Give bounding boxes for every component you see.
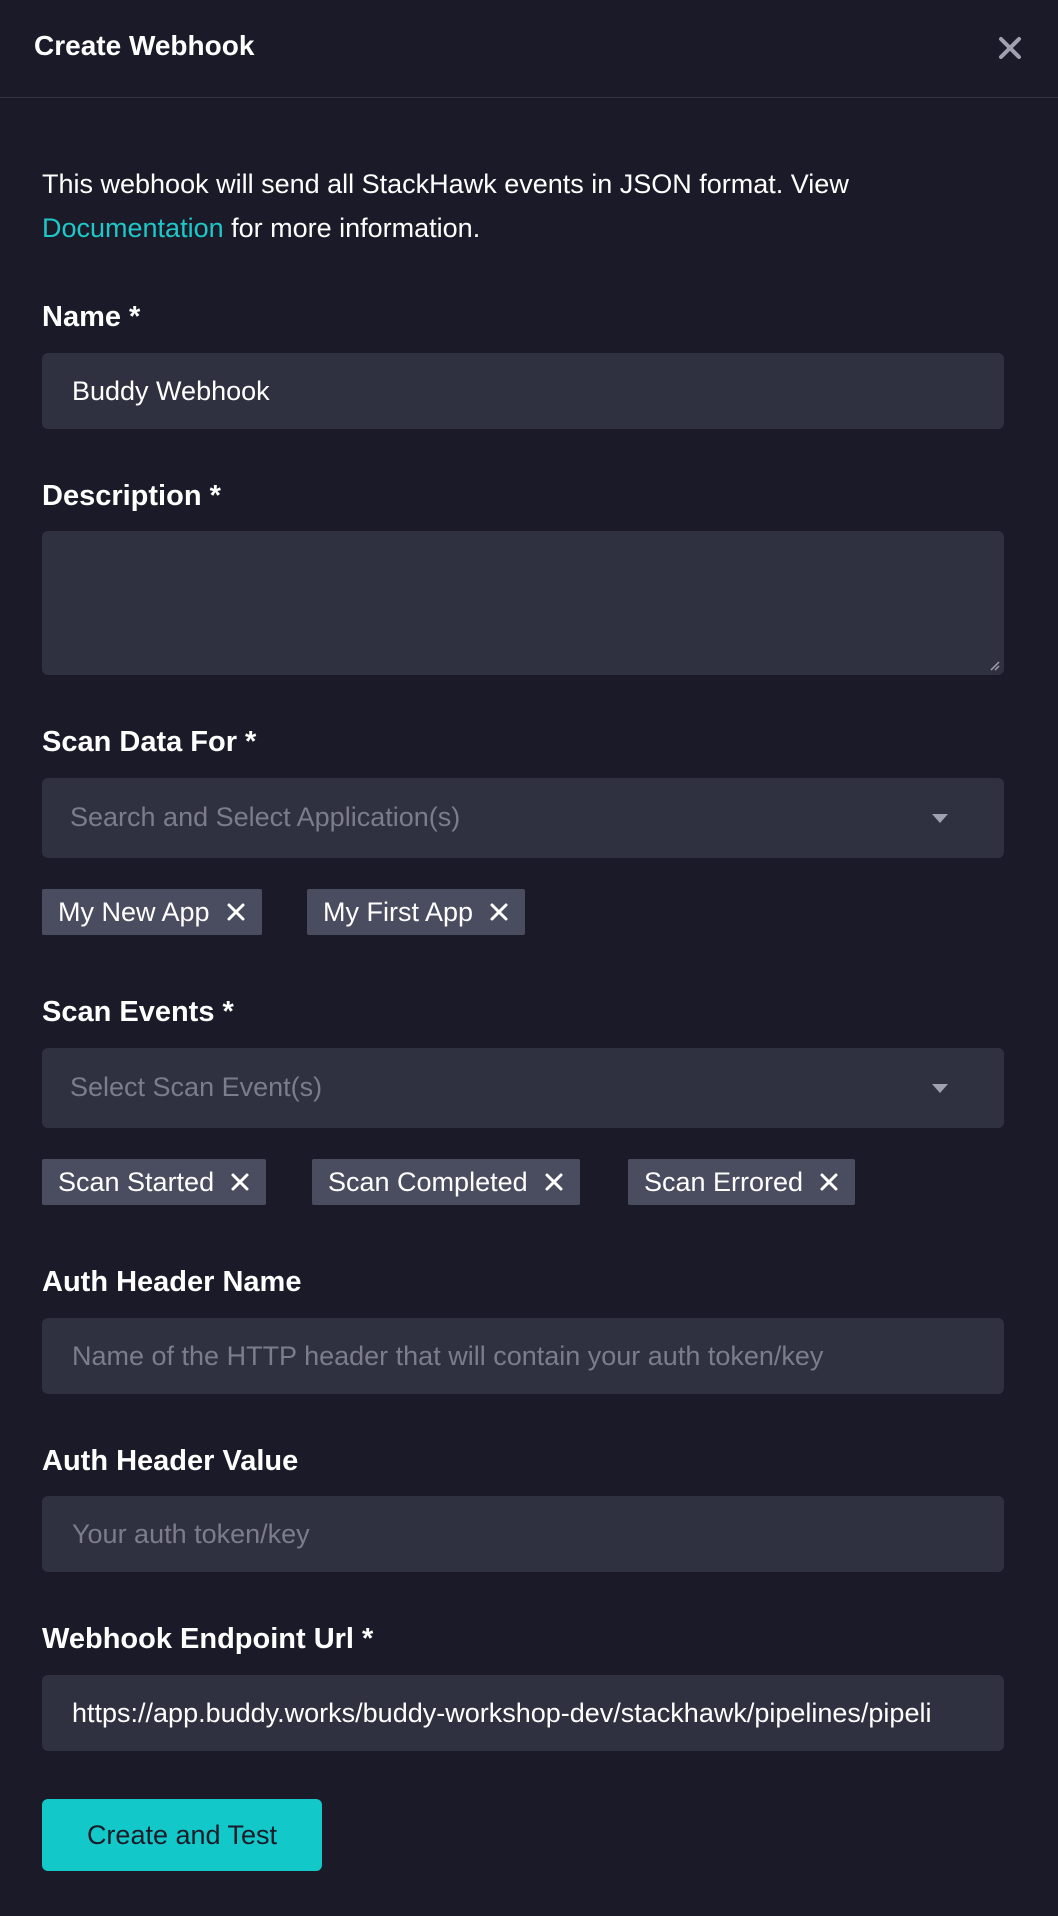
event-chip-label: Scan Completed [328, 1166, 528, 1197]
remove-chip-icon[interactable] [230, 1172, 250, 1192]
description-label: Description * [42, 480, 221, 512]
scan-data-for-placeholder: Search and Select Application(s) [70, 802, 461, 832]
endpoint-url-input[interactable] [42, 1675, 1004, 1751]
resize-handle-icon[interactable] [988, 659, 1000, 671]
scan-data-for-select[interactable]: Search and Select Application(s) [42, 778, 1004, 858]
intro-text: This webhook will send all StackHawk eve… [42, 162, 1004, 250]
modal-title: Create Webhook [34, 30, 255, 61]
scan-data-for-label: Scan Data For * [42, 726, 257, 758]
app-chip-label: My New App [58, 896, 210, 927]
modal-header: Create Webhook [0, 0, 1058, 98]
documentation-link[interactable]: Documentation [42, 213, 224, 243]
chevron-down-icon [932, 814, 948, 823]
name-input[interactable] [42, 353, 1004, 429]
remove-chip-icon[interactable] [544, 1172, 564, 1192]
intro-text-after: for more information. [223, 213, 481, 243]
event-chip: Scan Completed [312, 1159, 580, 1205]
scan-events-select[interactable]: Select Scan Event(s) [42, 1048, 1004, 1128]
event-chip-label: Scan Started [58, 1166, 215, 1197]
description-textarea[interactable] [42, 531, 1004, 675]
create-webhook-modal: Create Webhook This webhook will send al… [0, 0, 1058, 1916]
remove-chip-icon[interactable] [489, 902, 509, 922]
auth-header-value-input[interactable] [42, 1496, 1004, 1572]
close-button[interactable] [992, 30, 1028, 66]
event-chip: Scan Errored [628, 1159, 856, 1205]
scan-events-placeholder: Select Scan Event(s) [70, 1072, 323, 1102]
auth-header-value-label: Auth Header Value [42, 1445, 299, 1477]
remove-chip-icon[interactable] [226, 902, 246, 922]
intro-text-before: This webhook will send all StackHawk eve… [42, 169, 849, 199]
event-chip: Scan Started [42, 1159, 267, 1205]
chevron-down-icon [932, 1084, 948, 1093]
endpoint-url-label: Webhook Endpoint Url * [42, 1623, 374, 1655]
name-label: Name * [42, 301, 141, 333]
app-chip-label: My First App [323, 896, 474, 927]
auth-header-name-input[interactable] [42, 1318, 1004, 1394]
create-and-test-button[interactable]: Create and Test [42, 1799, 322, 1871]
close-icon [999, 37, 1021, 59]
remove-chip-icon[interactable] [819, 1172, 839, 1192]
app-chip: My New App [42, 889, 262, 935]
scan-events-label: Scan Events * [42, 996, 234, 1028]
event-chip-label: Scan Errored [644, 1166, 804, 1197]
auth-header-name-label: Auth Header Name [42, 1266, 302, 1298]
app-chip: My First App [307, 889, 526, 935]
